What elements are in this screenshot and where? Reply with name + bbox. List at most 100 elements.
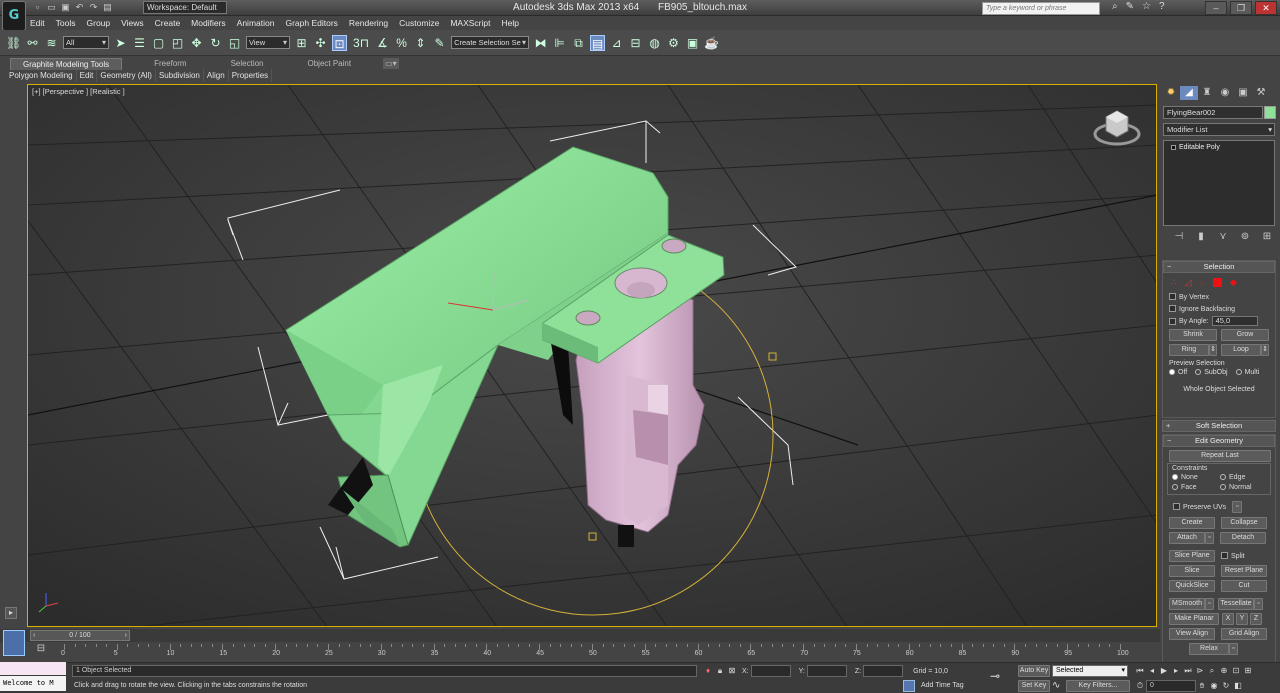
- select-scale-icon[interactable]: ◱: [227, 35, 242, 51]
- curve-editor-icon[interactable]: ⊿: [609, 35, 624, 51]
- relax-settings-icon[interactable]: ▫: [1229, 643, 1238, 655]
- schematic-view-icon[interactable]: ⊟: [628, 35, 643, 51]
- vertex-level-icon[interactable]: ∴: [1171, 277, 1177, 288]
- graphite-toggle-icon[interactable]: ▤: [590, 34, 606, 51]
- pin-stack-icon[interactable]: ⊣: [1168, 230, 1190, 244]
- menu-tools[interactable]: Tools: [56, 16, 76, 30]
- reset-plane-button[interactable]: Reset Plane: [1221, 565, 1267, 577]
- loop-button[interactable]: Loop: [1221, 344, 1261, 356]
- edit-named-selection-icon[interactable]: ✎: [432, 35, 447, 51]
- render-setup-icon[interactable]: ⚙: [666, 35, 681, 51]
- modifier-stack[interactable]: Editable Poly: [1163, 140, 1275, 226]
- zoom-extents-icon[interactable]: ⊡: [1230, 665, 1242, 677]
- next-frame-icon[interactable]: ▸: [1170, 665, 1182, 677]
- search-icon[interactable]: ⌕: [1112, 1, 1118, 12]
- ribbon-geometry-all[interactable]: Geometry (All): [97, 69, 156, 82]
- set-key-mode-icon[interactable]: ⊸: [990, 669, 1000, 683]
- expand-arrow-icon[interactable]: ▸: [5, 607, 17, 619]
- communication-center-icon[interactable]: ✎: [1126, 1, 1134, 12]
- project-folder-icon[interactable]: ▤: [102, 2, 113, 13]
- modifier-list-dropdown[interactable]: Modifier List ▾: [1163, 123, 1275, 136]
- by-angle-checkbox[interactable]: [1169, 317, 1176, 325]
- preview-off-radio[interactable]: Off: [1169, 369, 1187, 376]
- go-to-start-icon[interactable]: ⏮︎: [1134, 665, 1146, 677]
- zoom-view-icon[interactable]: ⌕: [1206, 665, 1218, 677]
- select-move-icon[interactable]: ✥: [189, 35, 204, 51]
- attach-settings-icon[interactable]: ▫: [1205, 532, 1214, 544]
- menu-rendering[interactable]: Rendering: [349, 16, 388, 30]
- close-icon[interactable]: ✕: [1255, 1, 1277, 15]
- ribbon-properties[interactable]: Properties: [229, 69, 273, 82]
- make-unique-icon[interactable]: ⋎: [1212, 230, 1234, 244]
- planar-y-button[interactable]: Y: [1236, 613, 1248, 625]
- menu-modifiers[interactable]: Modifiers: [191, 16, 225, 30]
- stack-item[interactable]: Editable Poly: [1167, 144, 1271, 151]
- menu-maxscript[interactable]: MAXScript: [450, 16, 490, 30]
- current-frame-field[interactable]: 0: [1146, 680, 1196, 692]
- soft-selection-rollout-header[interactable]: + Soft Selection: [1162, 420, 1276, 432]
- preserve-uvs-settings-icon[interactable]: ▫: [1232, 501, 1243, 513]
- absolute-mode-icon[interactable]: ⊠: [726, 665, 738, 677]
- preserve-uvs-checkbox[interactable]: Preserve UVs: [1173, 503, 1226, 511]
- named-selection-sets-dropdown[interactable]: Create Selection Se: [451, 36, 530, 49]
- render-production-icon[interactable]: ☕: [704, 35, 719, 51]
- play-icon[interactable]: ▶: [1158, 665, 1170, 677]
- menu-graph-editors[interactable]: Graph Editors: [285, 16, 337, 30]
- constraint-edge-radio[interactable]: Edge: [1220, 474, 1245, 481]
- time-tag-icon[interactable]: [903, 680, 915, 692]
- split-checkbox[interactable]: Split: [1221, 552, 1245, 560]
- shrink-button[interactable]: Shrink: [1169, 329, 1217, 341]
- walk-through-icon[interactable]: ◉: [1208, 680, 1220, 692]
- select-rotate-icon[interactable]: ↻: [208, 35, 223, 51]
- msmooth-settings-icon[interactable]: ▫: [1205, 598, 1214, 610]
- time-config-icon[interactable]: ⏱︎: [1134, 680, 1146, 692]
- minimize-icon[interactable]: –: [1205, 1, 1227, 15]
- select-by-name-icon[interactable]: ☰: [132, 35, 147, 51]
- tessellate-settings-icon[interactable]: ▫: [1254, 598, 1263, 610]
- stack-expand-icon[interactable]: [1171, 145, 1176, 150]
- y-coord-field[interactable]: [806, 665, 847, 677]
- constraint-face-radio[interactable]: Face: [1172, 484, 1220, 491]
- save-file-icon[interactable]: ▣: [60, 2, 71, 13]
- angle-snap-icon[interactable]: ∡: [375, 35, 390, 51]
- key-mode-toggle-icon[interactable]: ⊳: [1194, 665, 1206, 677]
- reference-coordinate-dropdown[interactable]: View: [246, 36, 290, 49]
- pan-view-icon[interactable]: ✋︎: [1196, 680, 1208, 692]
- configure-sets-icon[interactable]: ⊞: [1256, 230, 1278, 244]
- ribbon-polygon-modeling[interactable]: Polygon Modeling: [6, 69, 77, 82]
- show-end-result-icon[interactable]: ▮: [1190, 230, 1212, 244]
- pivot-center-icon[interactable]: ⊞: [294, 35, 309, 51]
- planar-x-button[interactable]: X: [1222, 613, 1234, 625]
- utilities-tab-icon[interactable]: ⚒: [1252, 86, 1270, 100]
- attach-button[interactable]: Attach: [1169, 532, 1205, 544]
- slice-plane-button[interactable]: Slice Plane: [1169, 550, 1215, 562]
- window-crossing-icon[interactable]: ◰: [170, 35, 185, 51]
- time-slider-thumb[interactable]: ‹ 0 / 100 ›: [30, 630, 130, 641]
- maximize-icon[interactable]: ❐: [1230, 1, 1252, 15]
- ring-spinner[interactable]: ⇕: [1209, 344, 1217, 356]
- ribbon-options-icon[interactable]: ▭▾: [383, 58, 399, 69]
- align-icon[interactable]: ⊫: [552, 35, 567, 51]
- modify-tab-icon[interactable]: ◢: [1180, 86, 1198, 100]
- z-coord-field[interactable]: [863, 665, 904, 677]
- ribbon-subdivision[interactable]: Subdivision: [156, 69, 204, 82]
- key-filters-button[interactable]: Key Filters...: [1066, 680, 1130, 692]
- ribbon-edit[interactable]: Edit: [77, 69, 98, 82]
- grow-button[interactable]: Grow: [1221, 329, 1269, 341]
- keyboard-shortcut-override-icon[interactable]: ⊡: [332, 34, 347, 51]
- set-key-button[interactable]: Set Key: [1018, 680, 1050, 692]
- new-file-icon[interactable]: ▫: [32, 2, 43, 13]
- layer-manager-icon[interactable]: ⧉: [571, 35, 586, 51]
- motion-tab-icon[interactable]: ◉: [1216, 86, 1234, 100]
- msmooth-button[interactable]: MSmooth: [1169, 598, 1205, 610]
- menu-create[interactable]: Create: [155, 16, 181, 30]
- create-tab-icon[interactable]: ✹: [1162, 86, 1180, 100]
- edit-geometry-rollout-header[interactable]: − Edit Geometry: [1163, 435, 1275, 447]
- isolate-selection-icon[interactable]: ♦: [702, 665, 714, 677]
- hierarchy-tab-icon[interactable]: ♜: [1198, 86, 1216, 100]
- add-time-tag[interactable]: Add Time Tag: [921, 682, 964, 689]
- by-vertex-checkbox[interactable]: By Vertex: [1169, 293, 1275, 301]
- menu-help[interactable]: Help: [501, 16, 518, 30]
- mirror-icon[interactable]: ⧓: [533, 35, 548, 51]
- angle-spinner[interactable]: 45,0: [1211, 316, 1258, 326]
